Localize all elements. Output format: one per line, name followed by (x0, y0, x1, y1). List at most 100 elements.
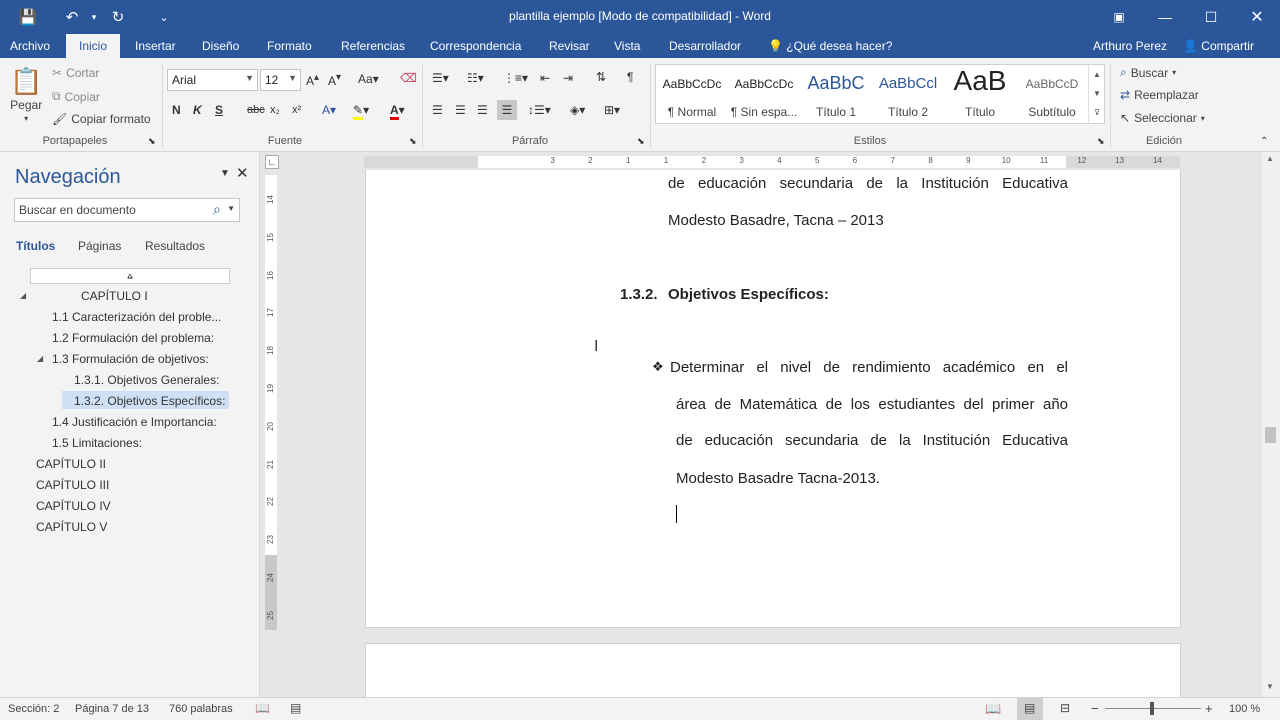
heading-1-5[interactable]: 1.5 Limitaciones: (52, 436, 142, 450)
shading-icon[interactable]: ◈▾ (570, 103, 585, 117)
share-button[interactable]: 👤 Compartir (1175, 34, 1262, 58)
align-left-icon[interactable]: ☰ (432, 103, 443, 117)
bullet-text-line[interactable]: Determinar el nivel de rendimiento acadé… (670, 359, 1068, 376)
line-spacing-icon[interactable]: ↕☰▾ (528, 103, 551, 117)
document-page[interactable]: de educación secundaria de la Institució… (365, 170, 1181, 628)
collapse-headings-bar[interactable]: ⩠ (30, 268, 230, 284)
macro-icon[interactable]: ▤ (290, 701, 301, 715)
page-indicator[interactable]: Página 7 de 13 (75, 703, 149, 715)
read-mode-icon[interactable]: 📖 (985, 701, 1001, 717)
minimize-icon[interactable]: — (1142, 0, 1188, 34)
expanded-triangle-icon[interactable]: ◢ (37, 354, 43, 363)
tab-correspondencia[interactable]: Correspondencia (422, 34, 529, 58)
clipboard-launcher-icon[interactable]: ⬊ (148, 136, 156, 147)
style-subtitle[interactable]: AaBbCcD Subtítulo (1016, 65, 1088, 123)
borders-icon[interactable]: ⊞▾ (604, 103, 620, 117)
text-effects-icon[interactable]: A▾ (322, 103, 336, 117)
zoom-slider-thumb[interactable] (1150, 702, 1154, 715)
tab-paginas[interactable]: Páginas (78, 239, 121, 253)
tab-revisar[interactable]: Revisar (541, 34, 598, 58)
chevron-down-icon[interactable]: ▼ (227, 204, 235, 213)
maximize-icon[interactable]: ☐ (1188, 0, 1234, 34)
heading-capitulo-2[interactable]: CAPÍTULO II (36, 457, 106, 471)
scroll-thumb[interactable] (1265, 427, 1276, 443)
vertical-ruler[interactable]: 14 15 16 17 18 19 20 21 22 23 24 25 (265, 175, 277, 630)
proofing-icon[interactable]: 📖 (255, 701, 270, 715)
collapse-ribbon-icon[interactable]: ⌃ (1260, 136, 1268, 147)
copy-button[interactable]: ⧉ Copiar (52, 89, 100, 104)
justify-icon[interactable]: ☰ (497, 100, 517, 120)
strikethrough-button[interactable]: abc (247, 104, 265, 116)
zoom-in-icon[interactable]: + (1205, 701, 1213, 716)
style-no-spacing[interactable]: AaBbCcDc ¶ Sin espa... (728, 65, 800, 123)
change-case-button[interactable]: Aa▾ (358, 72, 379, 86)
close-icon[interactable]: ✕ (1234, 0, 1280, 34)
increase-indent-icon[interactable]: ⇥ (563, 71, 573, 85)
select-button[interactable]: ↖ Seleccionar ▾ (1120, 111, 1205, 125)
align-right-icon[interactable]: ☰ (477, 103, 488, 117)
tab-archivo[interactable]: Archivo (2, 34, 58, 58)
body-text-line[interactable]: Modesto Basadre, Tacna – 2013 (668, 212, 884, 229)
tab-referencias[interactable]: Referencias (333, 34, 413, 58)
tab-formato[interactable]: Formato (259, 34, 320, 58)
clear-formatting-icon[interactable]: ⌫ (400, 71, 417, 85)
numbering-icon[interactable]: ☷▾ (467, 71, 484, 85)
document-area[interactable]: de educación secundaria de la Institució… (277, 170, 1260, 697)
chevron-down-icon[interactable]: ▼ (1089, 84, 1105, 103)
font-size-combo[interactable]: 12 ▼ (260, 69, 301, 91)
heading-1-4[interactable]: 1.4 Justificación e Importancia: (52, 415, 217, 429)
heading-capitulo-5[interactable]: CAPÍTULO V (36, 520, 107, 534)
ribbon-display-options-icon[interactable]: ▣ (1096, 0, 1142, 34)
bullet-text-line[interactable]: de educación secundaria de la Institució… (676, 432, 1068, 449)
heading-number[interactable]: 1.3.2. (620, 286, 658, 303)
font-name-combo[interactable]: Arial ▼ (167, 69, 258, 91)
close-pane-icon[interactable]: ✕ (236, 164, 249, 182)
bold-button[interactable]: N (172, 103, 181, 117)
search-icon[interactable]: ⌕ (213, 201, 221, 218)
pilcrow-icon[interactable]: ¶ (627, 70, 633, 84)
replace-button[interactable]: ⇄ Reemplazar (1120, 88, 1199, 102)
heading-1-3-2[interactable]: 1.3.2. Objetivos Específicos: (62, 391, 229, 409)
styles-launcher-icon[interactable]: ⬊ (1097, 136, 1105, 147)
shrink-font-icon[interactable]: A▾ (328, 72, 341, 88)
styles-scroll[interactable]: ▲ ▼ ⊽ (1088, 65, 1105, 123)
subscript-button[interactable]: x₂ (270, 104, 280, 116)
tab-resultados[interactable]: Resultados (145, 239, 205, 253)
bullet-text-line[interactable]: área de Matemática de los estudiantes de… (676, 396, 1068, 413)
search-input[interactable]: Buscar en documento ⌕ ▼ (14, 198, 240, 222)
more-styles-icon[interactable]: ⊽ (1089, 103, 1105, 122)
heading-1-2[interactable]: 1.2 Formulación del problema: (52, 331, 214, 345)
multilevel-list-icon[interactable]: ⋮≡▾ (503, 71, 528, 85)
next-page[interactable] (365, 643, 1181, 697)
expanded-triangle-icon[interactable]: ◢ (20, 291, 26, 300)
word-count[interactable]: 760 palabras (169, 703, 233, 715)
paragraph-launcher-icon[interactable]: ⬊ (637, 136, 645, 147)
heading-capitulo-4[interactable]: CAPÍTULO IV (36, 499, 111, 513)
italic-button[interactable]: K (193, 103, 202, 117)
tell-me-box[interactable]: 💡 ¿Qué desea hacer? (760, 34, 900, 58)
decrease-indent-icon[interactable]: ⇤ (540, 71, 550, 85)
heading-1-1[interactable]: 1.1 Caracterización del proble... (52, 310, 221, 324)
superscript-button[interactable]: x² (292, 104, 301, 116)
bullet-text-line[interactable]: Modesto Basadre Tacna-2013. (676, 470, 880, 487)
zoom-level[interactable]: 100 % (1229, 703, 1260, 715)
scroll-up-icon[interactable]: ▲ (1266, 154, 1274, 163)
horizontal-ruler[interactable]: 3 2 1 1 2 3 4 5 6 7 8 9 10 11 12 13 14 (364, 156, 1180, 168)
tab-selector[interactable]: ∟ (265, 155, 279, 169)
tab-diseno[interactable]: Diseño (194, 34, 247, 58)
heading-capitulo-1[interactable]: CAPÍTULO I (81, 289, 148, 303)
chevron-up-icon[interactable]: ▲ (1089, 65, 1105, 84)
tab-desarrollador[interactable]: Desarrollador (661, 34, 749, 58)
grow-font-icon[interactable]: A▴ (306, 72, 319, 88)
style-heading-1[interactable]: AaBbC Título 1 (800, 65, 872, 123)
cut-button[interactable]: ✂ Cortar (52, 66, 99, 80)
vertical-scrollbar[interactable]: ▲ ▼ (1262, 152, 1280, 697)
align-center-icon[interactable]: ☰ (455, 103, 466, 117)
zoom-out-icon[interactable]: − (1091, 701, 1099, 716)
sort-icon[interactable]: ⇅ (596, 70, 606, 84)
font-color-icon[interactable]: A▾ (390, 103, 405, 120)
body-text-line[interactable]: de educación secundaria de la Institució… (668, 175, 1068, 192)
style-normal[interactable]: AaBbCcDc ¶ Normal (656, 65, 728, 123)
style-title[interactable]: AaB Título (944, 65, 1016, 123)
section-indicator[interactable]: Sección: 2 (8, 703, 59, 715)
